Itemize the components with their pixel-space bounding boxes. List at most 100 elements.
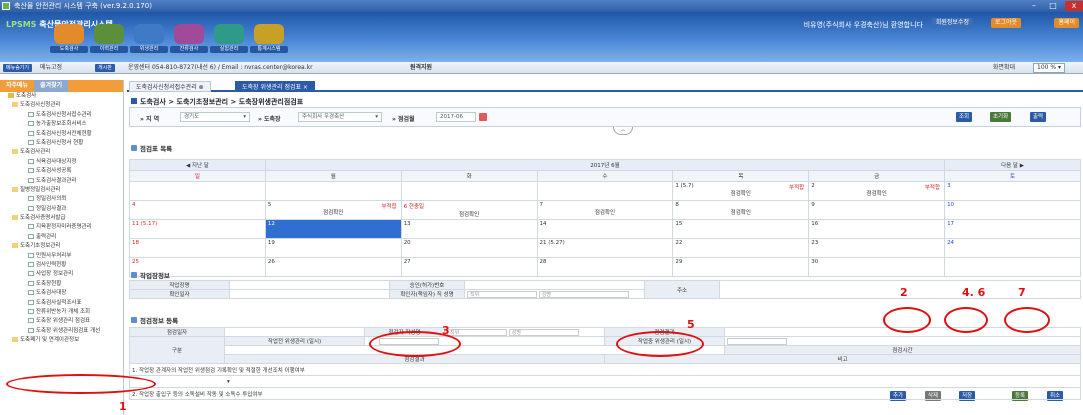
calendar-day-cell[interactable]: 12 [264, 219, 402, 239]
inspection-status[interactable]: 점검확인 [268, 208, 399, 216]
nav-lab[interactable]: 실험관리 [210, 24, 248, 53]
plant-select[interactable]: 주식회사 우경축산 ▾ [298, 112, 382, 122]
inspection-status[interactable]: 점검확인 [404, 210, 535, 218]
zoom-select[interactable]: 100 % ▾ [1033, 63, 1065, 73]
remote-support-link[interactable]: 원격지원 [410, 64, 432, 72]
sidebar-item[interactable]: 농가출장보조회서비스 [0, 120, 123, 129]
inspection-status[interactable]: 점검확인 [540, 208, 671, 216]
sidebar-item[interactable]: 도축검사신청관리 [0, 101, 123, 110]
nav-residue[interactable]: 잔류검사 [170, 24, 208, 53]
search-button[interactable]: 조회 [956, 112, 973, 122]
calendar-day-cell[interactable]: 14 [536, 219, 674, 239]
collapse-toggle[interactable]: ︿ [613, 127, 633, 135]
sidebar-item[interactable]: 사업장 정보관리 [0, 270, 123, 279]
calendar-day-cell[interactable]: 22 [672, 238, 810, 258]
confirm-date-field[interactable] [229, 289, 390, 299]
homepage-button[interactable]: 홈페이 [1054, 18, 1079, 28]
calendar-day-cell[interactable]: 5 부적합 점검확인 [264, 200, 402, 220]
sidebar-item[interactable]: 도축검사대장 [0, 289, 123, 298]
writer-name-input[interactable]: 성명 [508, 328, 579, 336]
sidebar-item[interactable]: 도축기초정보관리 [0, 242, 123, 251]
region-select[interactable]: 경기도 ▾ [180, 112, 250, 122]
sidebar-item[interactable]: 검사인력현황 [0, 261, 123, 270]
sidebar-item[interactable]: 잔류위반농가 개체 조회 [0, 308, 123, 317]
inspect-date-field[interactable] [224, 327, 365, 337]
minimize-button[interactable]: – [1025, 1, 1043, 11]
calendar-day-cell[interactable]: 30 [808, 257, 946, 277]
tab-favorites[interactable]: 자주메뉴 [0, 80, 34, 92]
calendar-day-cell[interactable]: 3 [944, 181, 1081, 201]
calendar-day-cell[interactable]: 13 [400, 219, 538, 239]
calendar-icon[interactable] [479, 113, 487, 121]
nav-history[interactable]: 이력관리 [90, 24, 128, 53]
sidebar-item[interactable]: 도축장현황 [0, 280, 123, 289]
inspection-status[interactable]: 점검확인 [675, 208, 806, 216]
sidebar-item[interactable]: 민원사무처리부 [0, 252, 123, 261]
reset-button[interactable]: 초기화 [990, 112, 1012, 122]
calendar-day-cell[interactable]: 28 [536, 257, 674, 277]
sidebar-item[interactable]: 도축검사결과관리 [0, 177, 123, 186]
sidebar-item[interactable]: 도축검사 [0, 92, 123, 101]
inspection-status[interactable]: 점검확인 [675, 189, 806, 197]
inspection-status[interactable]: 점검확인 [811, 189, 942, 197]
sidebar-item[interactable]: 도축폐기 및 연계이관정보 [0, 336, 123, 345]
calendar-day-cell[interactable]: 23 [808, 238, 946, 258]
writer-rank-input[interactable]: 직위 [447, 328, 507, 336]
calendar-day-cell[interactable]: 10 [944, 200, 1081, 220]
sidebar-item[interactable]: 식육검사대상지정 [0, 158, 123, 167]
maximize-button[interactable]: □ [1044, 1, 1062, 11]
logout-button[interactable]: 로그아웃 [990, 18, 1021, 28]
nav-slaughter[interactable]: 도축검사 [50, 24, 88, 53]
calendar-day-cell[interactable]: 29 [672, 257, 810, 277]
calendar-day-cell[interactable] [400, 181, 538, 201]
nav-hygiene[interactable]: 위생관리 [130, 24, 168, 53]
print-button[interactable]: 출력 [1030, 112, 1047, 122]
sidebar-item[interactable]: 도축검사성공록 [0, 167, 123, 176]
sidebar-item[interactable]: 도축검사신청서 현황 [0, 139, 123, 148]
sidebar-item[interactable]: 도축검사신청서접수관리 [0, 111, 123, 120]
question-1-select[interactable]: ▾ [129, 375, 1081, 388]
tab-hygiene-checklist[interactable]: 도축장 위생관리 점검표 × [235, 81, 315, 92]
sidebar-item[interactable]: 지육판정자미러증명관리 [0, 223, 123, 232]
sidebar-item[interactable]: 도축검사신청서전체현황 [0, 130, 123, 139]
calendar-day-cell[interactable]: 18 [129, 238, 266, 258]
calendar-day-cell[interactable]: 9 [808, 200, 946, 220]
calendar-day-cell[interactable] [129, 181, 266, 201]
edit-profile-button[interactable]: 회원정보수정 [931, 18, 973, 28]
calendar-day-cell[interactable]: 20 [400, 238, 538, 258]
menu-fix-toggle[interactable]: 메뉴고정 [40, 64, 62, 72]
calendar-day-cell[interactable]: 26 [264, 257, 402, 277]
tab-application-intake[interactable]: 도축검사신청서접수관리 ⊗ [129, 81, 211, 92]
sidebar-item[interactable]: 정밀검사의뢰 [0, 195, 123, 204]
calendar-day-cell[interactable]: 15 [672, 219, 810, 239]
next-month-link[interactable]: 다음 달 ▶ [944, 159, 1081, 171]
calendar-day-cell[interactable] [536, 181, 674, 201]
calendar-day-cell[interactable]: 16 [808, 219, 946, 239]
calendar-day-cell[interactable]: 21 (5.27) [536, 238, 674, 258]
nav-stats[interactable]: 통계시스템 [250, 24, 288, 53]
calendar-day-cell[interactable]: 6 현충일 점검확인 [400, 200, 538, 220]
calendar-day-cell[interactable]: 24 [944, 238, 1081, 258]
during-work-time-field[interactable] [724, 336, 1081, 346]
calendar-day-cell[interactable] [264, 181, 402, 201]
calendar-day-cell[interactable] [944, 257, 1081, 277]
calendar-day-cell[interactable]: 17 [944, 219, 1081, 239]
sidebar-item[interactable]: 도축검사관리 [0, 148, 123, 157]
confirmer-rank-input[interactable]: 직위 [467, 290, 537, 298]
calendar-day-cell[interactable]: 19 [264, 238, 402, 258]
calendar-day-cell[interactable]: 1 (5.7) 부적합 점검확인 [672, 181, 810, 201]
sidebar-item[interactable]: 도축장 위생관리점검표 개선 [0, 327, 123, 336]
calendar-day-cell[interactable]: 27 [400, 257, 538, 277]
sidebar-item[interactable]: 도축장 위생관리 점검표 [0, 317, 123, 326]
confirmer-name-input[interactable]: 성명 [538, 290, 629, 298]
calendar-day-cell[interactable]: 4 [129, 200, 266, 220]
calendar-day-cell[interactable]: 8 점검확인 [672, 200, 810, 220]
sidebar-item[interactable]: 도축검사증명서발급 [0, 214, 123, 223]
close-button[interactable]: x [1065, 1, 1083, 11]
month-input[interactable]: 2017-06 [436, 112, 476, 122]
tab-all-menu[interactable]: 즐겨찾기 [34, 80, 69, 92]
bulletin-button[interactable]: 게시판 [95, 64, 115, 72]
sidebar-item[interactable]: 도축검사실적조사표 [0, 299, 123, 308]
prev-month-link[interactable]: ◀ 지난 달 [129, 159, 266, 171]
sidebar-item[interactable]: 질병정밀검사관리 [0, 186, 123, 195]
